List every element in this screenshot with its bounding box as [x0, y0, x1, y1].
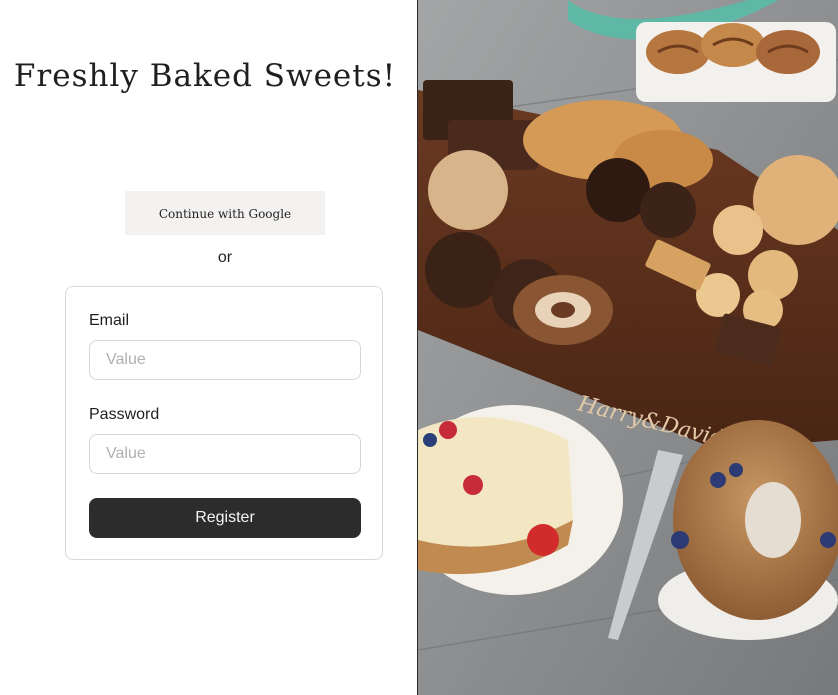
cinnamon-buns: [646, 23, 820, 74]
continue-with-google-button[interactable]: Continue with Google: [125, 191, 325, 235]
hero-image-panel: Harry&David: [418, 0, 838, 695]
baked-goods-photo: Harry&David: [418, 0, 838, 695]
register-button[interactable]: Register: [89, 498, 361, 538]
strawberry: [527, 524, 559, 556]
registration-form: Email Password Register: [65, 286, 383, 560]
password-field[interactable]: [89, 434, 361, 474]
password-label: Password: [89, 406, 160, 423]
pinwheel-cookies: [513, 275, 613, 345]
signup-panel: Freshly Baked Sweets! Continue with Goog…: [0, 0, 417, 695]
email-field[interactable]: [89, 340, 361, 380]
or-separator: or: [217, 249, 233, 266]
email-label: Email: [89, 312, 130, 329]
page-title: Freshly Baked Sweets!: [13, 58, 397, 94]
registration-page: Freshly Baked Sweets! Continue with Goog…: [0, 0, 838, 695]
